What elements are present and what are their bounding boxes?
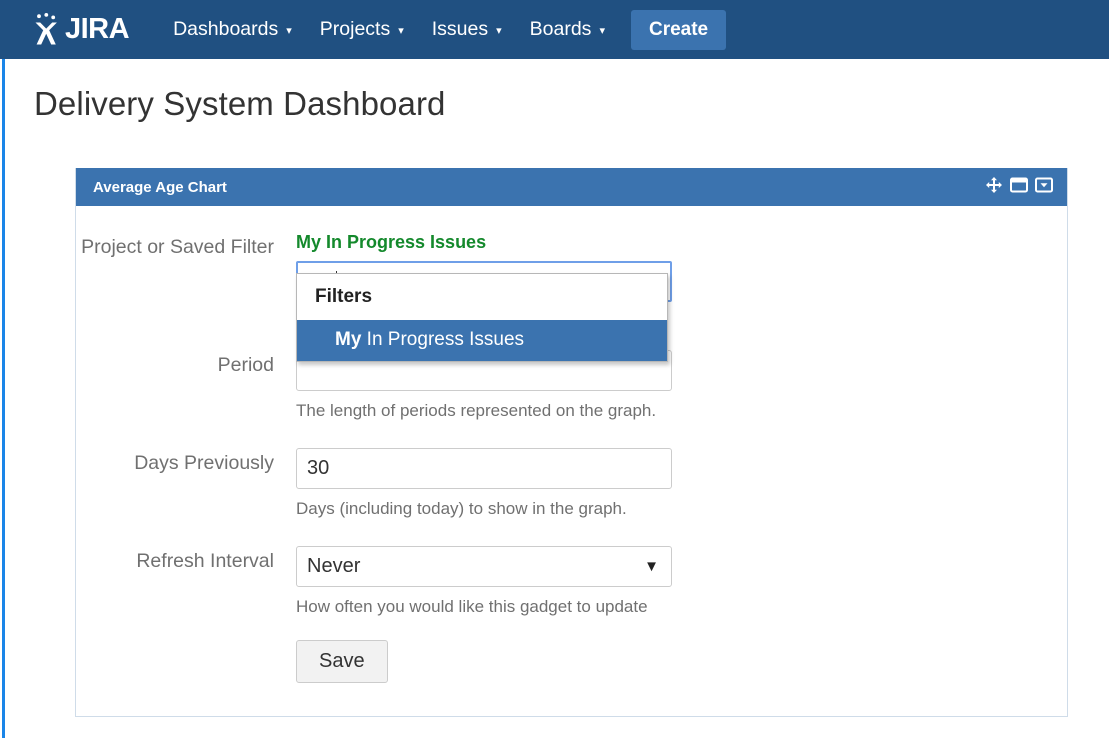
refresh-interval-label: Refresh Interval <box>76 546 296 618</box>
nav-item-boards-label: Boards <box>530 18 592 41</box>
dropdown-group-header: Filters <box>297 274 667 320</box>
refresh-interval-field-row: Refresh Interval Never ▼ How often you w… <box>76 546 1067 618</box>
chevron-down-icon: ▾ <box>599 26 605 37</box>
nav-item-issues[interactable]: Issues ▾ <box>418 0 516 59</box>
page-content: Delivery System Dashboard <box>0 85 1109 123</box>
page-title: Delivery System Dashboard <box>34 85 1109 123</box>
period-field-hint: The length of periods represented on the… <box>296 400 672 422</box>
jira-logo[interactable]: JIRA <box>30 0 129 59</box>
chevron-down-icon: ▾ <box>496 26 502 37</box>
left-edge-highlight-rail <box>2 59 5 738</box>
selected-filter-value: My In Progress Issues <box>296 232 672 253</box>
minimize-icon[interactable] <box>1010 177 1028 198</box>
nav-item-issues-label: Issues <box>432 18 488 41</box>
refresh-interval-hint: How often you would like this gadget to … <box>296 596 672 618</box>
nav-item-projects-label: Projects <box>320 18 390 41</box>
gadget-title: Average Age Chart <box>93 179 227 196</box>
period-field-label: Period <box>76 350 296 422</box>
days-previously-field-row: Days Previously Days (including today) t… <box>76 448 1067 520</box>
average-age-chart-gadget: Average Age Chart <box>75 168 1068 717</box>
nav-item-boards[interactable]: Boards ▾ <box>516 0 619 59</box>
gadget-header: Average Age Chart <box>76 168 1067 206</box>
refresh-interval-value: Never <box>307 555 360 578</box>
chevron-down-icon: ▾ <box>398 26 404 37</box>
filter-field-row: Project or Saved Filter My In Progress I… <box>76 232 1067 302</box>
move-icon[interactable] <box>985 176 1003 199</box>
dropdown-option-rest-text: In Progress Issues <box>361 329 524 350</box>
jira-logo-icon <box>30 13 62 47</box>
top-navigation-bar: JIRA Dashboards ▾ Projects ▾ Issues ▾ Bo… <box>0 0 1109 59</box>
days-previously-label: Days Previously <box>76 448 296 520</box>
save-row: Save <box>76 640 1067 683</box>
refresh-interval-select[interactable]: Never ▼ <box>296 546 672 587</box>
create-button[interactable]: Create <box>631 10 726 50</box>
filter-field-control: My In Progress Issues My Filters My In P… <box>296 232 672 302</box>
filter-autocomplete-dropdown: Filters My In Progress Issues <box>296 273 668 362</box>
nav-item-projects[interactable]: Projects ▾ <box>306 0 418 59</box>
chevron-down-icon: ▾ <box>286 26 292 37</box>
days-previously-hint: Days (including today) to show in the gr… <box>296 498 672 520</box>
nav-item-dashboards-label: Dashboards <box>173 18 278 41</box>
gadget-configuration-form: Project or Saved Filter My In Progress I… <box>76 206 1067 716</box>
gadget-header-controls <box>985 176 1053 199</box>
days-previously-control: Days (including today) to show in the gr… <box>296 448 672 520</box>
jira-logo-text: JIRA <box>65 15 129 44</box>
chevron-down-icon: ▼ <box>644 558 659 575</box>
refresh-interval-control: Never ▼ How often you would like this ga… <box>296 546 672 618</box>
dropdown-option-my-in-progress-issues[interactable]: My In Progress Issues <box>297 320 667 361</box>
days-previously-input[interactable] <box>296 448 672 489</box>
nav-item-dashboards[interactable]: Dashboards ▾ <box>159 0 306 59</box>
save-button[interactable]: Save <box>296 640 388 683</box>
dropdown-option-match-text: My <box>335 329 361 350</box>
menu-dropdown-icon[interactable] <box>1035 177 1053 198</box>
filter-field-label: Project or Saved Filter <box>76 232 296 302</box>
